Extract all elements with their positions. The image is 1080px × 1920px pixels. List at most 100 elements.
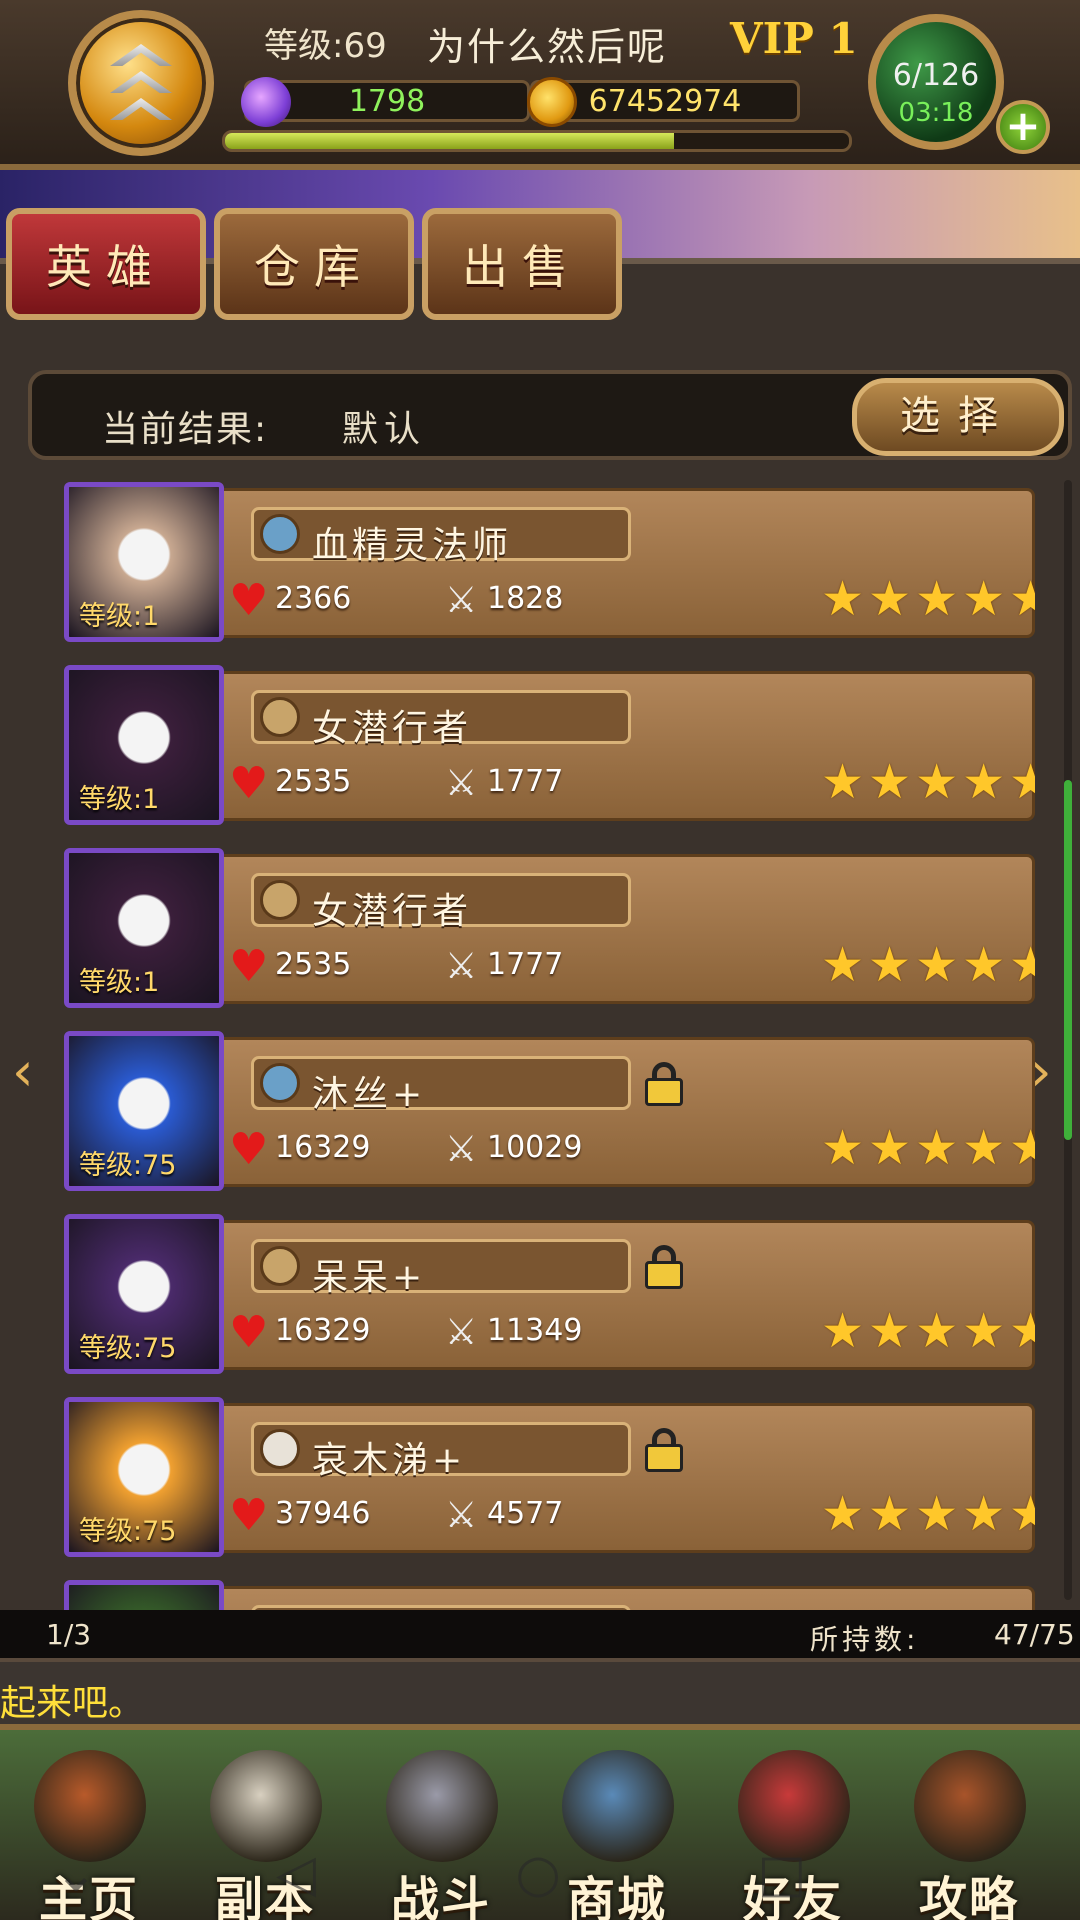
hero-avatar [69, 1585, 219, 1610]
scrollbar-thumb[interactable] [1064, 780, 1072, 1140]
add-energy-button[interactable]: + [996, 100, 1050, 154]
hero-name: 女潜行者 [312, 891, 473, 932]
hero-card[interactable]: 呆呆+3 [60, 1578, 1035, 1610]
star-icon: ★ [962, 1486, 1006, 1542]
select-button[interactable]: 选择 [852, 378, 1064, 456]
hero-portrait[interactable]: 等级:1 [64, 482, 224, 642]
hero-card[interactable]: 呆呆+ ♥ 16329 ⚔ 11349 ★ ★ ★ ★ ★ 等级:75 [60, 1212, 1035, 1374]
hero-level: 等级:75 [79, 1333, 177, 1364]
hero-hp: 16329 [275, 1130, 371, 1165]
lock-icon[interactable] [645, 1062, 683, 1106]
star-icon: ★ [821, 571, 865, 627]
star-icon: ★ [821, 754, 865, 810]
experience-fill [225, 133, 675, 149]
hero-card[interactable]: 哀木涕+ ♥ 37946 ⚔ 4577 ★ ★ ★ ★ ★ 等级:75 [60, 1395, 1035, 1557]
energy-orb[interactable]: 6/126 03:18 [868, 14, 1004, 150]
hero-info-scroll: 呆呆+3 [210, 1586, 1035, 1610]
hero-star-rating: ★ ★ ★ ★ ★ [821, 571, 1035, 627]
star-icon: ★ [962, 1120, 1006, 1176]
star-icon: ★ [962, 1303, 1006, 1359]
lock-icon[interactable] [645, 1428, 683, 1472]
crossed-swords-icon: ⚔ [445, 1129, 478, 1170]
collapse-chevron-icon[interactable]: ⌄ [46, 1844, 106, 1904]
rank-badge[interactable] [68, 10, 214, 156]
hero-hp: 16329 [275, 1313, 371, 1348]
star-icon: ★ [962, 754, 1006, 810]
hero-card[interactable]: 女潜行者 ♥ 2535 ⚔ 1777 ★ ★ ★ ★ ★ 等级:1 [60, 663, 1035, 825]
star-icon: ★ [915, 1120, 959, 1176]
home-icon[interactable]: ○ [508, 1844, 568, 1904]
heart-icon: ♥ [229, 1490, 269, 1541]
hero-name-box: 女潜行者 [251, 690, 631, 749]
star-icon: ★ [1009, 571, 1035, 627]
hero-portrait[interactable] [64, 1580, 224, 1610]
hero-level: 等级:1 [79, 601, 160, 632]
back-icon[interactable]: ◁ [266, 1844, 326, 1904]
tab-heroes[interactable]: 英雄 [6, 208, 206, 320]
gold-counter[interactable]: 67452974 [527, 77, 800, 127]
page-indicator: 1/3 [46, 1618, 92, 1651]
system-navigation-bar: ⌄ ◁ ○ □ [0, 1826, 1080, 1920]
scrollbar[interactable] [1064, 480, 1072, 1600]
hero-portrait[interactable]: 等级:75 [64, 1031, 224, 1191]
swords-icon [260, 880, 300, 920]
hero-card[interactable]: 血精灵法师 ♥ 2366 ⚔ 1828 ★ ★ ★ ★ ★ 等级:1 [60, 480, 1035, 642]
star-icon: ★ [1009, 1303, 1035, 1359]
previous-page-arrow-icon[interactable]: ‹ [12, 1042, 52, 1102]
hero-attack: 1828 [487, 581, 564, 616]
hero-info-scroll: 哀木涕+ ♥ 37946 ⚔ 4577 ★ ★ ★ ★ ★ [210, 1403, 1035, 1553]
hero-portrait[interactable]: 等级:75 [64, 1214, 224, 1374]
tab-bar: 英雄 仓库 出售 [6, 208, 622, 324]
heart-icon: ♥ [229, 758, 269, 809]
hero-portrait[interactable]: 等级:1 [64, 848, 224, 1008]
hero-card[interactable]: 沐丝+ ♥ 16329 ⚔ 10029 ★ ★ ★ ★ ★ 等级:75 [60, 1029, 1035, 1191]
hero-count-value: 47/75 [994, 1618, 1075, 1651]
hero-count-label: 所持数: [810, 1623, 920, 1656]
star-icon: ★ [821, 1303, 865, 1359]
gem-counter[interactable]: 1798 [241, 77, 530, 127]
hero-card[interactable]: 女潜行者 ♥ 2535 ⚔ 1777 ★ ★ ★ ★ ★ 等级:1 [60, 846, 1035, 1008]
gold-value: 67452974 [588, 84, 742, 119]
star-icon: ★ [915, 1303, 959, 1359]
hero-star-rating: ★ ★ ★ ★ ★ [821, 937, 1035, 993]
hero-portrait[interactable]: 等级:75 [64, 1397, 224, 1557]
star-icon: ★ [868, 754, 912, 810]
crossed-swords-icon: ⚔ [445, 946, 478, 987]
vip-badge[interactable]: VIP 1 [730, 14, 858, 63]
hero-name-box: 女潜行者 [251, 873, 631, 932]
chat-bar[interactable]: 起来吧。 [0, 1658, 1080, 1730]
tab-warehouse[interactable]: 仓库 [214, 208, 414, 320]
gem-value: 1798 [348, 84, 426, 119]
star-icon: ★ [1009, 754, 1035, 810]
star-icon: ★ [868, 1486, 912, 1542]
lock-icon[interactable] [645, 1245, 683, 1289]
hero-name-box: 哀木涕+ [251, 1422, 631, 1481]
star-icon: ★ [868, 571, 912, 627]
hero-info-scroll: 血精灵法师 ♥ 2366 ⚔ 1828 ★ ★ ★ ★ ★ [210, 488, 1035, 638]
tab-sell[interactable]: 出售 [422, 208, 622, 320]
top-status-bar: 等级:69 为什么然后呢 VIP 1 1798 67452974 6/126 0… [0, 0, 1080, 170]
recents-icon[interactable]: □ [752, 1844, 812, 1904]
orb-icon [260, 514, 300, 554]
hero-name: 女潜行者 [312, 708, 473, 749]
hero-hp: 2535 [275, 947, 352, 982]
star-icon: ★ [915, 754, 959, 810]
star-icon: ★ [868, 937, 912, 993]
swords-icon [260, 1246, 300, 1286]
hero-attack: 4577 [487, 1496, 564, 1531]
shield-icon [260, 1429, 300, 1469]
hero-info-scroll: 女潜行者 ♥ 2535 ⚔ 1777 ★ ★ ★ ★ ★ [210, 671, 1035, 821]
hero-list[interactable]: 血精灵法师 ♥ 2366 ⚔ 1828 ★ ★ ★ ★ ★ 等级:1 女潜行者 ♥ 2535 ⚔ 1777 ★ ★… [60, 480, 1035, 1610]
star-icon: ★ [915, 1486, 959, 1542]
star-icon: ★ [962, 571, 1006, 627]
heart-icon: ♥ [229, 1307, 269, 1358]
star-icon: ★ [1009, 1486, 1035, 1542]
hero-name-box: 血精灵法师 [251, 507, 631, 566]
hero-attack: 1777 [487, 947, 564, 982]
hero-star-rating: ★ ★ ★ ★ ★ [821, 1486, 1035, 1542]
hero-portrait[interactable]: 等级:1 [64, 665, 224, 825]
hero-name: 沐丝+ [312, 1074, 427, 1115]
hero-name-box: 沐丝+ [251, 1056, 631, 1115]
star-icon: ★ [915, 937, 959, 993]
hero-star-rating: ★ ★ ★ ★ ★ [821, 1303, 1035, 1359]
